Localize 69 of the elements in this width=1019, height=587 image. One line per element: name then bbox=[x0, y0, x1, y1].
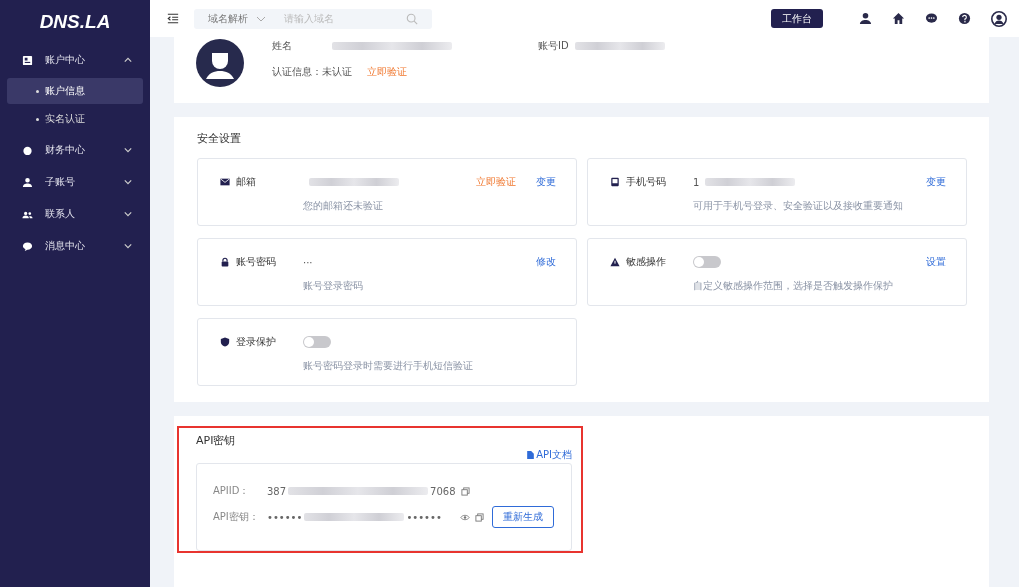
nav-item[interactable]: 账户中心 bbox=[0, 44, 150, 76]
section-title: 安全设置 bbox=[197, 131, 242, 146]
action-link[interactable]: 变更 bbox=[536, 175, 556, 189]
account-id-label: 账号ID bbox=[538, 39, 569, 53]
caret-icon bbox=[124, 147, 132, 153]
api-id-end: 7068 bbox=[430, 485, 456, 497]
setting-value: ··· bbox=[303, 256, 313, 268]
user-icon bbox=[22, 176, 33, 188]
chevron-icon bbox=[256, 15, 266, 22]
setting-hint: 可用于手机号登录、安全验证以及接收重要通知 bbox=[693, 199, 904, 213]
api-doc-link[interactable]: API文档 bbox=[527, 448, 572, 462]
help-icon[interactable] bbox=[958, 12, 971, 25]
setting-hint: 您的邮箱还未验证 bbox=[303, 199, 384, 213]
nav-subitem[interactable]: 实名认证 bbox=[7, 106, 143, 132]
setting-label: 手机号码 bbox=[626, 175, 667, 189]
workbench-button[interactable]: 工作台 bbox=[771, 9, 823, 28]
verify-link[interactable]: 立即验证 bbox=[367, 65, 407, 79]
chat-icon[interactable] bbox=[925, 12, 938, 25]
action-link[interactable]: 设置 bbox=[926, 255, 946, 269]
home-icon[interactable] bbox=[892, 12, 905, 25]
section-title: API密钥 bbox=[196, 433, 237, 448]
api-key-start: •••••• bbox=[267, 511, 303, 523]
nav-subitem[interactable]: 账户信息 bbox=[7, 78, 143, 104]
setting-label: 敏感操作 bbox=[626, 255, 667, 269]
action-link[interactable]: 修改 bbox=[536, 255, 556, 269]
eye-icon[interactable] bbox=[459, 512, 470, 522]
name-label: 姓名 bbox=[272, 39, 292, 53]
nav-item[interactable]: 子账号 bbox=[0, 166, 150, 198]
caret-icon bbox=[124, 57, 132, 63]
document-icon bbox=[527, 451, 535, 459]
caret-icon bbox=[124, 243, 132, 249]
card-icon bbox=[22, 54, 33, 66]
menu-icon[interactable] bbox=[167, 13, 179, 24]
caret-icon bbox=[124, 211, 132, 217]
setting-hint: 账号密码登录时需要进行手机短信验证 bbox=[303, 359, 474, 373]
caret-icon bbox=[124, 179, 132, 185]
api-id-start: 387 bbox=[267, 485, 287, 497]
setting-hint: 账号登录密码 bbox=[303, 279, 364, 293]
coin-icon bbox=[22, 144, 33, 156]
setting-value: 1 bbox=[693, 176, 700, 188]
chat-icon bbox=[22, 240, 33, 252]
api-key-label: API密钥： bbox=[213, 510, 260, 524]
setting-hint: 自定义敏感操作范围，选择是否触发操作保护 bbox=[693, 279, 894, 293]
auth-label: 认证信息： bbox=[272, 65, 322, 79]
nav-item[interactable]: 消息中心 bbox=[0, 230, 150, 262]
setting-label: 邮箱 bbox=[236, 175, 257, 189]
mail-icon bbox=[220, 177, 230, 187]
copy-icon[interactable] bbox=[460, 486, 470, 496]
setting-label: 登录保护 bbox=[236, 335, 277, 349]
toggle-switch[interactable] bbox=[303, 336, 331, 348]
search-scope-select[interactable]: 域名解析 bbox=[208, 11, 282, 26]
toggle-switch[interactable] bbox=[693, 256, 721, 268]
lock-icon bbox=[220, 257, 230, 267]
logo: DNS.LA bbox=[38, 10, 112, 34]
action-link[interactable]: 变更 bbox=[926, 175, 946, 189]
nav-item[interactable]: 财务中心 bbox=[0, 134, 150, 166]
verify-link[interactable]: 立即验证 bbox=[476, 175, 516, 189]
avatar-icon[interactable] bbox=[991, 10, 1007, 27]
nav-item[interactable]: 联系人 bbox=[0, 198, 150, 230]
phone-icon bbox=[610, 177, 620, 187]
shield-icon bbox=[220, 337, 230, 347]
setting-label: 账号密码 bbox=[236, 255, 277, 269]
api-id-label: APIID： bbox=[213, 484, 251, 498]
warning-icon bbox=[610, 257, 620, 267]
regenerate-button[interactable]: 重新生成 bbox=[491, 506, 554, 528]
api-key-end: •••••• bbox=[406, 511, 442, 523]
copy-icon[interactable] bbox=[474, 512, 484, 522]
user-icon[interactable] bbox=[859, 12, 872, 25]
auth-status: 未认证 bbox=[322, 65, 352, 79]
